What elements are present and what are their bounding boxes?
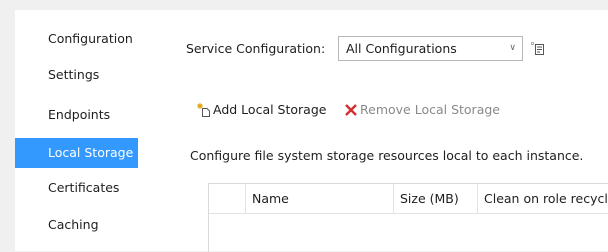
sidebar-item-label: Configuration [48, 31, 133, 46]
column-header-name[interactable]: Name [246, 184, 394, 214]
sidebar-item-label: Settings [48, 67, 100, 82]
sidebar-item-settings[interactable]: Settings [15, 60, 138, 90]
properties-icon[interactable] [530, 40, 546, 56]
local-storage-table[interactable]: Name Size (MB) Clean on role recycle [208, 183, 608, 252]
column-header-label: Size (MB) [400, 191, 459, 206]
column-header-size[interactable]: Size (MB) [394, 184, 478, 214]
add-item-icon [197, 103, 210, 117]
service-configuration-select[interactable]: All Configurations ∨ [338, 36, 523, 61]
red-x-icon [345, 104, 357, 116]
sidebar-item-local-storage[interactable]: Local Storage [15, 138, 138, 168]
remove-local-storage-label: Remove Local Storage [360, 102, 500, 117]
sidebar-item-label: Endpoints [48, 107, 111, 122]
table-header: Name Size (MB) Clean on role recycle [209, 184, 608, 214]
chevron-down-icon: ∨ [509, 43, 516, 53]
service-configuration-label: Service Configuration: [186, 41, 326, 56]
sidebar-item-endpoints[interactable]: Endpoints [15, 100, 138, 130]
sidebar-item-label: Certificates [48, 180, 120, 195]
settings-panel: Configuration Settings Endpoints Local S… [15, 10, 608, 252]
sidebar-nav: Configuration Settings Endpoints Local S… [15, 10, 175, 251]
sidebar-item-label: Local Storage [48, 145, 134, 160]
column-header-clean-on-recycle[interactable]: Clean on role recycle [478, 184, 608, 214]
sidebar-item-configuration[interactable]: Configuration [15, 24, 138, 54]
add-local-storage-label: Add Local Storage [213, 102, 327, 117]
sidebar-item-caching[interactable]: Caching [15, 210, 138, 240]
service-configuration-value: All Configurations [346, 41, 457, 56]
sidebar-item-certificates[interactable]: Certificates [15, 173, 138, 203]
add-local-storage-button[interactable]: Add Local Storage [197, 100, 326, 120]
row-header-column [209, 184, 246, 214]
remove-local-storage-button[interactable]: Remove Local Storage [344, 100, 500, 120]
column-header-label: Clean on role recycle [484, 191, 608, 206]
sidebar-item-label: Caching [48, 217, 99, 232]
column-header-label: Name [252, 191, 289, 206]
storage-description: Configure file system storage resources … [190, 148, 584, 163]
